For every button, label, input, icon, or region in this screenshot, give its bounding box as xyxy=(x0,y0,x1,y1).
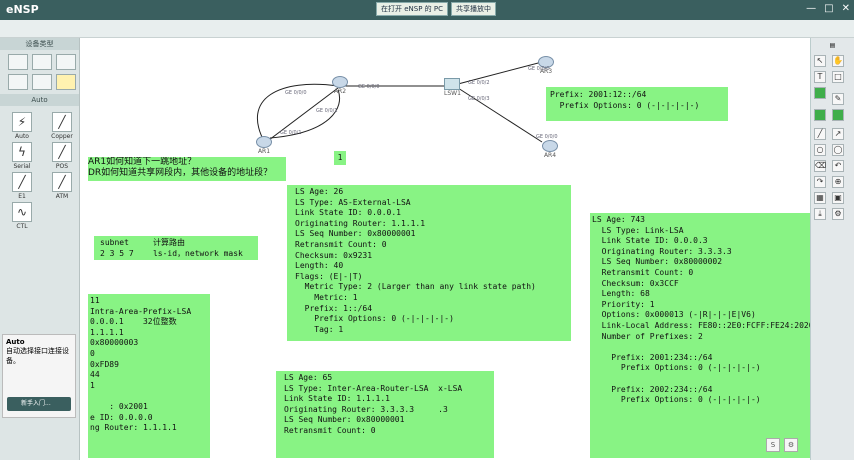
ar2-node[interactable]: AR2 xyxy=(332,76,348,95)
select-tool-icon[interactable]: ↖ xyxy=(814,55,826,67)
ellipse-tool-icon[interactable]: ◯ xyxy=(832,144,844,156)
switch-icon xyxy=(444,78,461,90)
question-note: AR1如何知道下一跳地址？ DR如何知道共享网段内，其他设备的地址段？ xyxy=(88,157,286,181)
prefix-note: Prefix: 2001:12::/64 Prefix Options: 0 (… xyxy=(546,87,728,121)
marker-label: 1 xyxy=(334,151,346,165)
cloud-device-icon[interactable] xyxy=(32,74,52,90)
pencil-tool-icon[interactable]: ✎ xyxy=(832,93,844,105)
switch-device-icon[interactable] xyxy=(32,54,52,70)
wlan-device-icon[interactable] xyxy=(56,54,76,70)
cable-copper[interactable]: ╱ Copper xyxy=(44,112,80,140)
status-bar: S ⚙ xyxy=(80,434,810,460)
e1-cable-icon: ╱ xyxy=(12,172,32,192)
color-green-icon-3[interactable] xyxy=(832,109,844,121)
zoom-icon[interactable]: ⊕ xyxy=(832,176,844,188)
link-lsa-note: LS Age: 743 LS Type: Link-LSA Link State… xyxy=(590,213,810,458)
cable-section-title: Auto xyxy=(0,94,79,106)
window-controls: — □ ✕ xyxy=(806,3,850,14)
arrow-tool-icon[interactable]: ↗ xyxy=(832,128,844,140)
settings-icon[interactable]: ⚙ xyxy=(832,208,844,220)
maximize-icon[interactable]: □ xyxy=(824,3,833,14)
share-button-2[interactable]: 共享播放中 xyxy=(451,2,496,16)
port-label: GE 0/0/0 xyxy=(536,134,558,140)
router-icon xyxy=(542,140,558,152)
circle-tool-icon[interactable]: ○ xyxy=(814,144,826,156)
lightning-icon: ⚡ xyxy=(12,112,32,132)
redo-icon[interactable]: ↷ xyxy=(814,176,826,188)
cable-pos[interactable]: ╱ POS xyxy=(44,142,80,170)
firewall-device-icon[interactable] xyxy=(8,74,28,90)
export-icon[interactable]: ⤓ xyxy=(814,208,826,220)
copper-cable-icon: ╱ xyxy=(52,112,72,132)
topology-canvas[interactable]: AR1 AR2 LSW1 AR3 AR4 GE 0/0/0 GE 0/0/1 G… xyxy=(80,38,810,458)
device-section-title: 设备类型 xyxy=(0,38,79,50)
port-label: GE 0/0/0 xyxy=(285,90,307,96)
device-panel: 设备类型 Auto ⚡ Auto ╱ Copper ϟ Serial ╱ POS ╱ E1… xyxy=(0,38,80,460)
color-green-icon[interactable] xyxy=(814,87,826,99)
tool-panel-title: ▤ xyxy=(829,42,836,49)
minimize-icon[interactable]: — xyxy=(806,3,816,14)
as-external-lsa-note: LS Age: 26 LS Type: AS-External-LSA Link… xyxy=(287,185,571,341)
save-icon[interactable]: ▣ xyxy=(832,192,844,204)
ar4-node[interactable]: AR4 xyxy=(542,140,558,159)
status-icon-1[interactable]: S xyxy=(766,438,780,452)
toolbar xyxy=(0,20,854,38)
grid-icon[interactable]: ▦ xyxy=(814,192,826,204)
serial-cable-icon: ϟ xyxy=(12,142,32,162)
tip-box: Auto 自动选择接口连接设备。 新手入门... xyxy=(2,334,76,418)
cable-atm[interactable]: ╱ ATM xyxy=(44,172,80,200)
undo-icon[interactable]: ↶ xyxy=(832,160,844,172)
line-tool-icon[interactable]: ╱ xyxy=(814,128,826,140)
share-controls: 在打开 eNSP 的 PC 共享播放中 xyxy=(376,2,496,16)
port-label: GE 0/0/0 xyxy=(528,66,550,72)
cable-device-icon[interactable] xyxy=(56,74,76,90)
device-grid xyxy=(0,50,79,94)
atm-cable-icon: ╱ xyxy=(52,172,72,192)
ar1-node[interactable]: AR1 xyxy=(256,136,272,155)
tip-title: Auto xyxy=(6,338,25,346)
port-label: GE 0/0/2 xyxy=(468,80,490,86)
cable-e1[interactable]: ╱ E1 xyxy=(4,172,40,200)
tool-panel: ▤ ↖ ✋ T □ ✎ ╱ ↗ ○ ◯ ⌫ ↶ ↷ ⊕ ▦ ▣ ⤓ ⚙ xyxy=(810,38,854,460)
port-label: GE 0/0/3 xyxy=(468,96,490,102)
port-label: GE 0/0/0 xyxy=(358,84,380,90)
router-icon xyxy=(332,76,348,88)
port-label: GE 0/0/1 xyxy=(280,130,302,136)
status-icon-2[interactable]: ⚙ xyxy=(784,438,798,452)
hand-tool-icon[interactable]: ✋ xyxy=(832,55,844,67)
beginner-guide-button[interactable]: 新手入门... xyxy=(7,397,71,411)
title-bar: eNSP 在打开 eNSP 的 PC 共享播放中 — □ ✕ xyxy=(0,0,854,20)
text-tool-icon[interactable]: T xyxy=(814,71,826,83)
router-device-icon[interactable] xyxy=(8,54,28,70)
close-icon[interactable]: ✕ xyxy=(842,3,850,14)
ctl-cable-icon: ∿ xyxy=(12,202,32,222)
tip-text: 自动选择接口连接设备。 xyxy=(6,347,69,365)
rect-tool-icon[interactable]: □ xyxy=(832,71,844,83)
pos-cable-icon: ╱ xyxy=(52,142,72,162)
port-label: GE 0/0/1 xyxy=(316,108,338,114)
subnet-note: subnet 计算路由 2 3 5 7 ls-id，network mask xyxy=(94,236,258,260)
color-green-icon-2[interactable] xyxy=(814,109,826,121)
lsw1-node[interactable]: LSW1 xyxy=(444,78,461,97)
question-line-1: AR1如何知道下一跳地址？ xyxy=(88,157,197,167)
cable-ctl[interactable]: ∿ CTL xyxy=(4,202,40,230)
cable-serial[interactable]: ϟ Serial xyxy=(4,142,40,170)
question-line-2: DR如何知道共享网段内，其他设备的地址段？ xyxy=(88,168,273,178)
app-logo: eNSP xyxy=(6,3,39,16)
cable-auto[interactable]: ⚡ Auto xyxy=(4,112,40,140)
cable-grid: ⚡ Auto ╱ Copper ϟ Serial ╱ POS ╱ E1 ╱ ATM ∿ CTL xyxy=(0,106,79,236)
router-icon xyxy=(256,136,272,148)
eraser-tool-icon[interactable]: ⌫ xyxy=(814,160,826,172)
share-button-1[interactable]: 在打开 eNSP 的 PC xyxy=(376,2,448,16)
